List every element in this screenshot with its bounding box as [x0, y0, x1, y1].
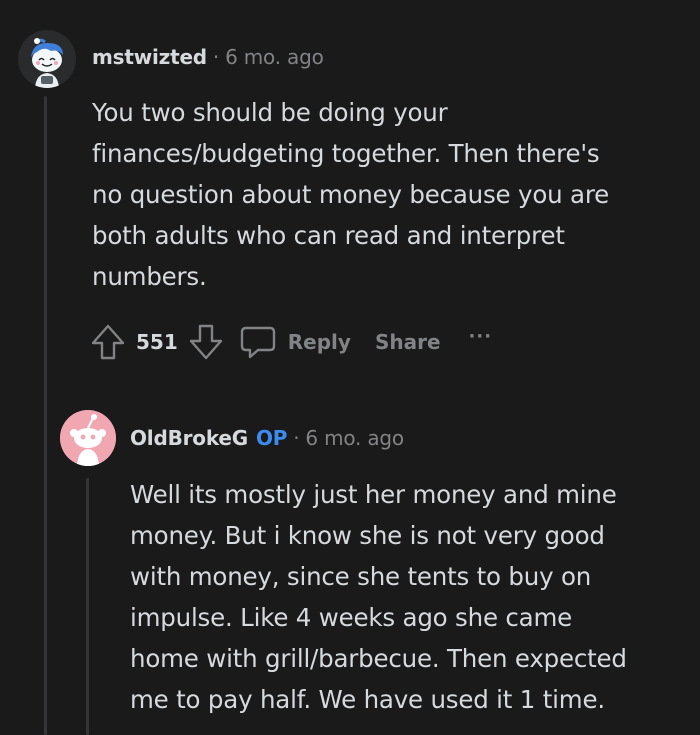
timestamp[interactable]: 6 mo. ago: [305, 426, 404, 450]
reply-icon[interactable]: [238, 322, 278, 362]
comment-body: You two should be doing your finances/bu…: [92, 92, 609, 297]
user-avatar-mstwizted[interactable]: [18, 30, 76, 88]
comment-line: with money, since she tents to buy on: [130, 562, 592, 591]
comment-line: both adults who can read and interpret: [92, 221, 565, 250]
comment-meta: mstwizted · 6 mo. ago: [92, 45, 324, 69]
reply-button[interactable]: Reply: [288, 330, 351, 354]
downvote-icon[interactable]: [188, 323, 224, 361]
timestamp[interactable]: 6 mo. ago: [225, 45, 324, 69]
comment-line: me to pay half. We have used it 1 time.: [130, 685, 605, 714]
comment-line: You two should be doing your: [92, 98, 448, 127]
comment-body: Well its mostly just her money and mine …: [130, 474, 627, 720]
more-options-button[interactable]: ···: [469, 326, 493, 347]
thread-line-parent[interactable]: [44, 96, 47, 735]
comment-line: finances/budgeting together. Then there'…: [92, 139, 600, 168]
snoo-avatar-icon: [18, 30, 76, 88]
comment-line: home with grill/barbecue. Then expected: [130, 644, 627, 673]
share-button[interactable]: Share: [375, 330, 441, 354]
comment-meta: OldBrokeG OP · 6 mo. ago: [130, 426, 404, 450]
op-badge: OP: [255, 426, 288, 450]
upvote-icon[interactable]: [90, 323, 126, 361]
meta-separator: ·: [293, 426, 300, 450]
comment-line: numbers.: [92, 262, 207, 291]
comment-actions: 551 Reply Share ···: [90, 322, 492, 362]
thread-line-reply[interactable]: [86, 478, 89, 735]
meta-separator: ·: [212, 45, 220, 69]
user-avatar-oldbrokeg[interactable]: [60, 410, 116, 466]
comment-line: no question about money because you are: [92, 180, 610, 209]
comment-line: money. But i know she is not very good: [130, 521, 605, 550]
username[interactable]: OldBrokeG: [130, 426, 248, 450]
username[interactable]: mstwizted: [92, 45, 207, 69]
vote-score: 551: [136, 330, 178, 354]
snoo-avatar-icon: [60, 410, 116, 466]
comment-line: impulse. Like 4 weeks ago she came: [130, 603, 573, 632]
comment-line: Well its mostly just her money and mine: [130, 480, 617, 509]
